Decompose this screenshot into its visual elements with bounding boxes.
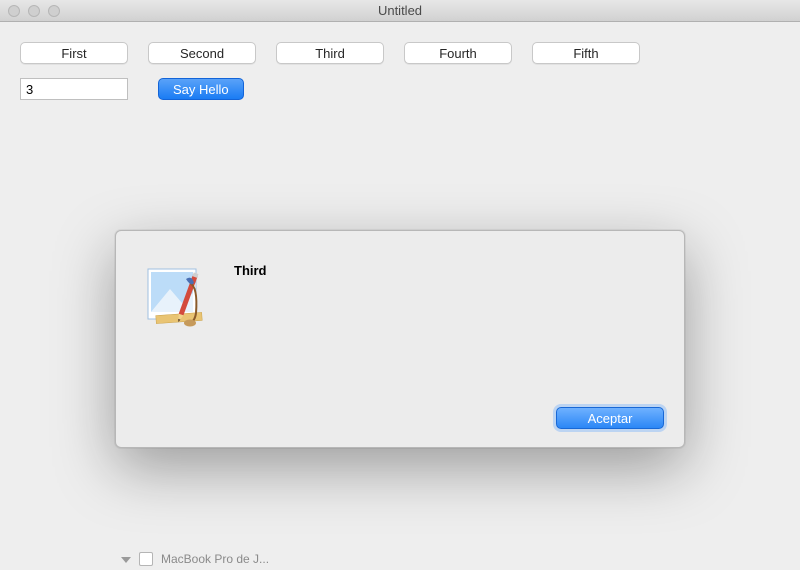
close-window-icon[interactable]	[8, 5, 20, 17]
zoom-window-icon[interactable]	[48, 5, 60, 17]
minimize-window-icon[interactable]	[28, 5, 40, 17]
accept-button[interactable]: Aceptar	[556, 407, 664, 429]
alert-content: Third	[116, 231, 684, 407]
window-titlebar: Untitled	[0, 0, 800, 22]
modal-overlay: Third Aceptar	[0, 22, 800, 570]
app-icon	[142, 265, 214, 337]
traffic-lights	[8, 5, 60, 17]
alert-message: Third	[234, 263, 267, 397]
alert-footer: Aceptar	[116, 407, 684, 447]
alert-sheet: Third Aceptar	[115, 230, 685, 448]
window-title: Untitled	[0, 3, 800, 18]
